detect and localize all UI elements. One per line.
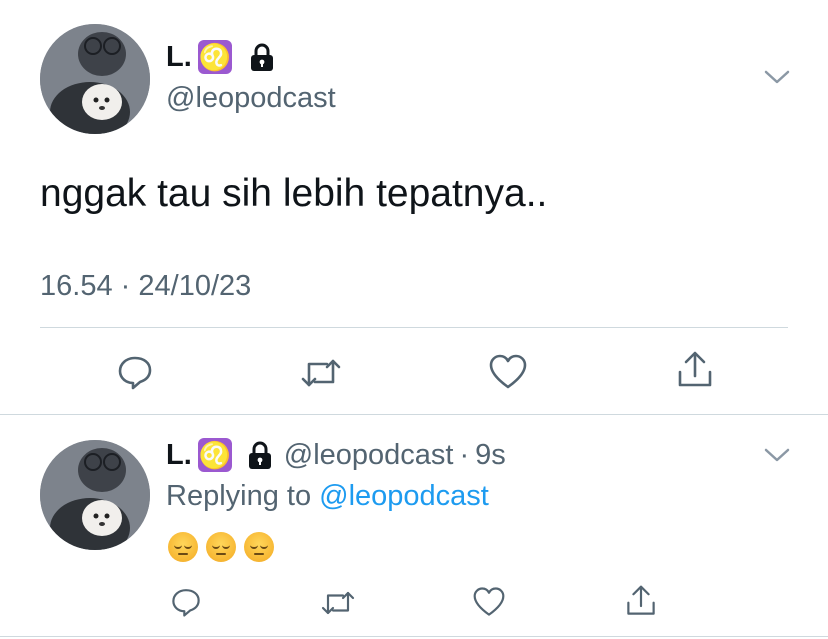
reply-handle[interactable]: @leopodcast — [284, 439, 454, 472]
pensive-face-emoji — [206, 532, 236, 562]
tweet-text: nggak tau sih lebih tepatnya.. — [40, 172, 548, 215]
share-icon[interactable] — [676, 350, 714, 390]
avatar-image — [40, 440, 150, 550]
display-name[interactable]: L. — [166, 41, 192, 74]
timestamp-separator: · — [120, 270, 131, 302]
reply-separator: · — [459, 438, 470, 471]
leo-zodiac-icon: ♌ — [197, 438, 232, 472]
reply-emoji-content — [168, 532, 282, 562]
like-icon[interactable] — [472, 586, 506, 618]
replying-to: Replying to @leopodcast — [166, 480, 489, 513]
reply-display-name[interactable]: L. — [166, 439, 192, 472]
leo-zodiac-icon: ♌ — [197, 40, 232, 74]
retweet-icon[interactable] — [300, 355, 342, 391]
reply-icon[interactable] — [170, 586, 202, 618]
replying-prefix: Replying to — [166, 480, 312, 512]
retweet-icon[interactable] — [320, 588, 356, 618]
tweet-time: 16.54 — [40, 270, 113, 302]
section-divider — [0, 414, 828, 415]
bottom-divider — [0, 636, 828, 637]
like-icon[interactable] — [488, 353, 528, 391]
timestamp[interactable]: 16.54 · 24/10/23 — [40, 270, 251, 303]
main-divider — [40, 327, 788, 328]
avatar-image — [40, 24, 150, 134]
chevron-down-icon[interactable] — [763, 68, 791, 86]
reply-icon[interactable] — [116, 353, 154, 391]
chevron-down-icon[interactable] — [763, 446, 791, 464]
reply-avatar[interactable] — [40, 440, 150, 550]
lock-icon — [246, 440, 274, 470]
replying-handle-link[interactable]: @leopodcast — [319, 480, 489, 512]
main-avatar[interactable] — [40, 24, 150, 134]
pensive-face-emoji — [244, 532, 274, 562]
share-icon[interactable] — [625, 584, 657, 618]
pensive-face-emoji — [168, 532, 198, 562]
handle[interactable]: @leopodcast — [166, 82, 336, 115]
tweet-date: 24/10/23 — [138, 270, 252, 302]
reply-age: 9s — [475, 438, 506, 471]
lock-icon — [248, 42, 276, 72]
